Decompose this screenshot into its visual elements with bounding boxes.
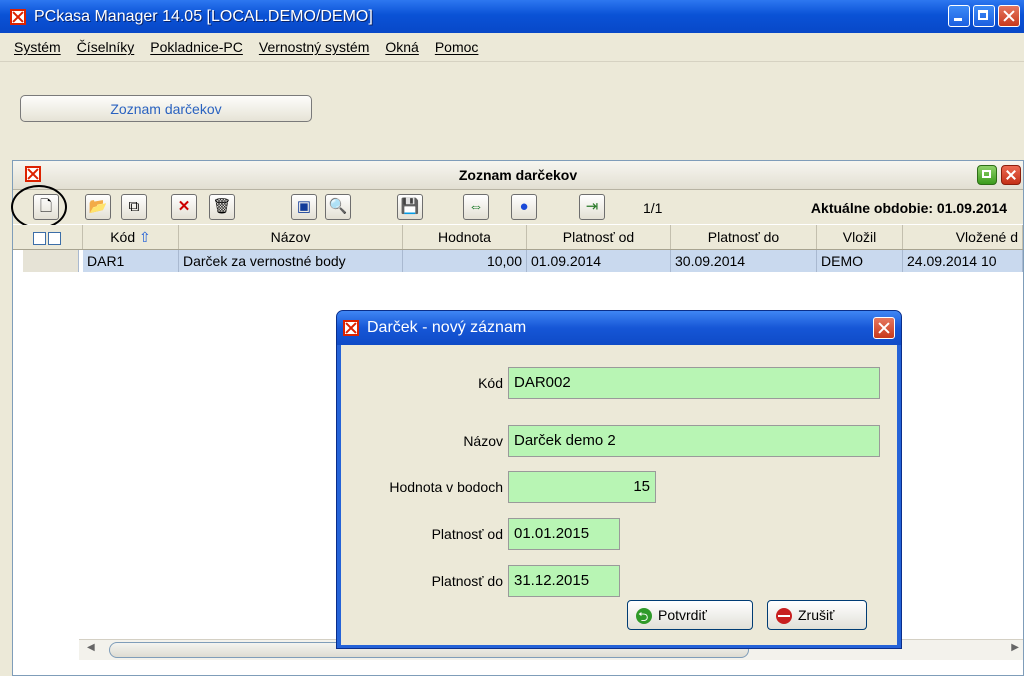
print-preview-icon: 🔍 [328, 198, 348, 215]
column-header-platnost-do[interactable]: Platnosť do [671, 225, 817, 249]
gift-list-titlebar: Zoznam darčekov [13, 161, 1023, 190]
column-header-hodnota[interactable]: Hodnota [403, 225, 527, 249]
confirm-button[interactable]: Potvrdiť [627, 600, 753, 631]
checkbox-empty-icon[interactable] [47, 231, 61, 245]
hodnota-label: Hodnota v bodoch [389, 479, 503, 495]
app-title: PCkasa Manager 14.05 [LOCAL.DEMO/DEMO] [34, 7, 373, 25]
menu-bar: Systém Číselníky Pokladnice-PC Vernostný… [0, 33, 1024, 62]
nazov-label: Názov [463, 433, 503, 449]
menu-ciselniky[interactable]: Číselníky [77, 39, 135, 55]
cell-vlozil[interactable]: DEMO [817, 250, 903, 272]
dialog-close-button[interactable] [873, 317, 895, 339]
menu-vernostny-system[interactable]: Vernostný systém [259, 39, 370, 55]
column-header-vlozil[interactable]: Vložil [817, 225, 903, 249]
platnost-do-input[interactable]: 31.12.2015 [508, 565, 620, 597]
new-gift-dialog: Darček - nový záznam Kód DAR002 Názov Da… [336, 310, 902, 649]
cancel-stop-icon [776, 608, 792, 624]
hodnota-input[interactable]: 15 [508, 471, 656, 503]
toolbar: 🗋 📂 ⧉ ✕ 🗑 ▣ 🔍 💾 ⇔ ● ⇥ 1/1 Aktuálne obdob… [11, 185, 1023, 229]
close-window-button[interactable] [1001, 165, 1021, 185]
copy-icon: ⧉ [128, 198, 140, 215]
select-all-header[interactable] [13, 225, 83, 249]
dialog-titlebar[interactable]: Darček - nový záznam [337, 311, 901, 345]
column-header-nazov[interactable]: Názov [179, 225, 403, 249]
platnost-od-input[interactable]: 01.01.2015 [508, 518, 620, 550]
gift-list-title: Zoznam darčekov [458, 167, 578, 183]
row-selector[interactable] [23, 250, 79, 272]
kod-label: Kód [478, 375, 503, 391]
cell-kod[interactable]: DAR1 [83, 250, 179, 272]
recycle-bin-icon: 🗑 [212, 198, 232, 215]
platnost-od-label: Platnosť od [431, 526, 503, 542]
dialog-logo-icon [343, 320, 359, 336]
app-logo-icon [10, 8, 26, 25]
nazov-input[interactable]: Darček demo 2 [508, 425, 880, 457]
monitor-icon: ▣ [296, 198, 312, 215]
menu-pomoc[interactable]: Pomoc [435, 39, 479, 55]
export-icon: ⇔ [468, 198, 484, 215]
delete-icon: ✕ [177, 198, 191, 215]
platnost-do-label: Platnosť do [431, 573, 503, 589]
cell-platnost-od[interactable]: 01.09.2014 [527, 250, 671, 272]
menu-system[interactable]: Systém [14, 39, 61, 55]
delete-button[interactable]: ✕ [171, 194, 197, 220]
close-button[interactable] [998, 5, 1020, 27]
restore-window-button[interactable] [977, 165, 997, 185]
print-preview-button[interactable]: 🔍 [325, 194, 351, 220]
menu-pokladnice[interactable]: Pokladnice-PC [150, 39, 243, 55]
maximize-button[interactable] [973, 5, 995, 27]
highlight-circle [11, 185, 67, 229]
app-titlebar[interactable]: PCkasa Manager 14.05 [LOCAL.DEMO/DEMO] [0, 0, 1024, 33]
window-controls [948, 5, 1020, 27]
dot-button[interactable]: ● [511, 194, 537, 220]
column-header-kod[interactable]: Kód ⇧ [83, 225, 179, 249]
open-folder-icon: 📂 [88, 198, 108, 215]
current-period: Aktuálne obdobie: 01.09.2014 [810, 200, 1007, 216]
tab-zoznam-darcekov[interactable]: Zoznam darčekov [20, 95, 312, 122]
cancel-button[interactable]: Zrušiť [767, 600, 867, 630]
cell-hodnota[interactable]: 10,00 [403, 250, 527, 272]
exit-button[interactable]: ⇥ [579, 194, 605, 220]
scroll-left-icon[interactable]: ◀ [87, 642, 95, 653]
column-header-platnost-od[interactable]: Platnosť od [527, 225, 671, 249]
minimize-button[interactable] [948, 5, 970, 27]
display-button[interactable]: ▣ [291, 194, 317, 220]
dot-icon: ● [519, 198, 529, 215]
cell-vlozene[interactable]: 24.09.2014 10 [903, 250, 1023, 272]
cell-nazov[interactable]: Darček za vernostné body [179, 250, 403, 272]
kod-input[interactable]: DAR002 [508, 367, 880, 399]
exit-icon: ⇥ [585, 198, 599, 215]
save-button[interactable]: 💾 [397, 194, 423, 220]
column-header-vlozene[interactable]: Vložené d [903, 225, 1023, 249]
save-icon: 💾 [400, 198, 420, 215]
cell-platnost-do[interactable]: 30.09.2014 [671, 250, 817, 272]
export-button[interactable]: ⇔ [463, 194, 489, 220]
copy-button[interactable]: ⧉ [121, 194, 147, 220]
scroll-right-icon[interactable]: ▶ [1011, 642, 1019, 653]
open-button[interactable]: 📂 [85, 194, 111, 220]
window-tab-bar: Zoznam darčekov [0, 62, 1024, 150]
checkbox-checked-icon[interactable] [32, 231, 46, 245]
sort-up-icon: ⇧ [139, 229, 151, 245]
dialog-title: Darček - nový záznam [367, 319, 527, 336]
grid-header: Kód ⇧ Názov Hodnota Platnosť od Platnosť… [13, 225, 1023, 250]
recycle-button[interactable]: 🗑 [209, 194, 235, 220]
menu-okna[interactable]: Okná [385, 39, 418, 55]
confirm-arrow-icon [636, 603, 652, 631]
page-info: 1/1 [643, 200, 663, 216]
